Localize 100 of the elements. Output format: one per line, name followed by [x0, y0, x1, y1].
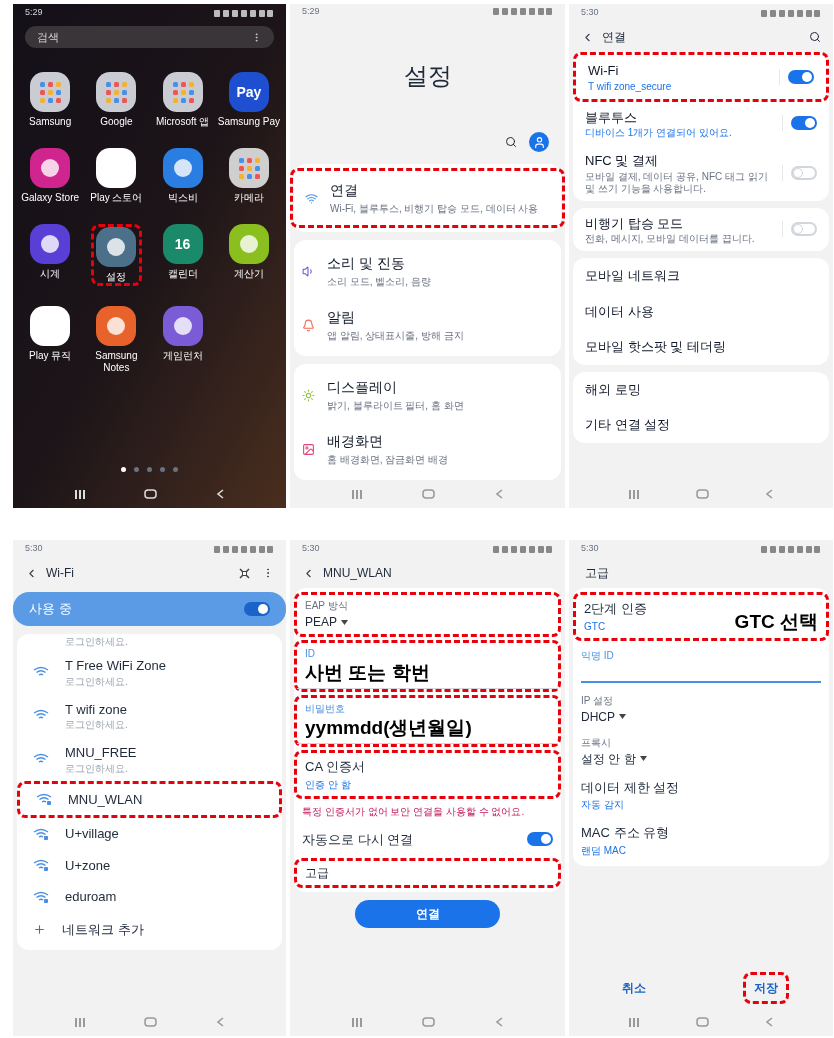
dialog-button[interactable]: 취소	[613, 975, 654, 1001]
status-icons	[214, 545, 274, 553]
app-icon[interactable]	[30, 224, 71, 264]
annotation-text: yymmdd(생년월일)	[305, 716, 473, 740]
folder-icon	[104, 80, 129, 104]
toggle-switch[interactable]	[788, 69, 814, 84]
settings-row[interactable]: 기타 연결 설정	[573, 407, 829, 443]
network-name: eduroam	[65, 888, 117, 906]
bell-icon	[302, 318, 315, 332]
screen-title: 설정	[403, 60, 452, 91]
connect-button[interactable]: 연결	[355, 900, 500, 928]
field-label: ID	[305, 647, 316, 661]
app-icon[interactable]	[96, 306, 137, 346]
app-label: 설정	[105, 271, 128, 283]
settings-item[interactable]: 디스플레이 밝기, 블루라이트 필터, 홈 화면	[290, 368, 565, 422]
app-icon[interactable]	[30, 306, 71, 346]
dropdown-field[interactable]: 설정 안 함	[581, 749, 647, 768]
network-status: 로그인하세요.	[65, 636, 128, 648]
settings-item[interactable]: 소리 및 진동 소리 모드, 벨소리, 음량	[290, 244, 565, 298]
app-label: 계산기	[232, 268, 265, 280]
field-value: 자동 감지	[581, 798, 625, 812]
settings-item[interactable]: 배경화면 홈 배경화면, 잠금화면 배경	[290, 422, 565, 476]
caret-icon	[341, 619, 348, 625]
advanced-link[interactable]: 고급	[297, 861, 558, 885]
account-icon[interactable]	[529, 132, 549, 152]
settings-row[interactable]: 비행기 탑승 모드 전화, 메시지, 모바일 데이터를 끕니다.	[573, 207, 829, 251]
scan-icon[interactable]	[239, 567, 250, 579]
network-row[interactable]: T wifi zone 로그인하세요.	[17, 693, 282, 737]
network-row[interactable]: MNU_WLAN	[20, 783, 279, 815]
field-label: 2단계 인증	[584, 600, 647, 618]
status-icons	[493, 545, 553, 553]
folder-icon	[236, 156, 261, 180]
app-icon[interactable]	[96, 72, 137, 112]
settings-row[interactable]: 블루투스 디바이스 1개가 연결되어 있어요.	[573, 101, 829, 145]
settings-item[interactable]: 연결 Wi-Fi, 블루투스, 비행기 탑승 모드, 데이터 사용	[293, 171, 562, 225]
app-icon[interactable]	[162, 72, 203, 112]
app-label: 빅스비	[166, 192, 199, 204]
app-icon[interactable]	[96, 227, 137, 267]
toggle-switch[interactable]	[791, 116, 817, 131]
status-time: 5:30	[302, 542, 320, 556]
sun-icon	[302, 388, 315, 402]
search-field[interactable]: 검색	[25, 26, 274, 48]
status-icons	[214, 9, 274, 17]
settings-row[interactable]: 해외 로밍	[573, 371, 829, 407]
item-subtitle: 소리 모드, 벨소리, 음량	[327, 275, 431, 289]
network-name: U+zone	[65, 856, 111, 875]
speaker-icon	[302, 264, 315, 278]
app-icon[interactable]	[228, 148, 269, 188]
settings-row[interactable]: Wi-Fi T wifi zone_secure	[576, 55, 826, 99]
row-title: 블루투스	[585, 108, 638, 127]
network-name: T Free WiFi Zone	[65, 657, 166, 675]
field-value: 랜덤 MAC	[581, 843, 627, 858]
app-icon[interactable]	[162, 148, 203, 188]
network-row[interactable]: MNU_FREE 로그인하세요.	[17, 737, 282, 781]
annotation-text: GTC 선택	[734, 609, 818, 634]
app-label: 게임런처	[161, 350, 204, 362]
network-name: T wifi zone	[65, 700, 128, 719]
network-status: 로그인하세요.	[65, 762, 129, 775]
screen-title: 고급	[585, 565, 609, 582]
plus-icon	[33, 922, 46, 936]
app-icon[interactable]	[30, 72, 71, 112]
settings-row[interactable]: 모바일 핫스팟 및 테더링	[573, 329, 829, 365]
app-icon[interactable]: 16	[162, 224, 203, 264]
app-label: Galaxy Store	[20, 192, 81, 204]
app-label: 시계	[39, 268, 62, 280]
app-icon[interactable]	[96, 148, 137, 188]
search-icon[interactable]	[809, 31, 821, 43]
toggle-switch[interactable]	[527, 832, 553, 847]
field-label: 비밀번호	[305, 702, 346, 716]
app-label: Samsung Notes	[94, 350, 139, 374]
network-row[interactable]: U+village	[17, 818, 282, 850]
item-title: 알림	[327, 308, 356, 327]
dialog-button[interactable]: 저장	[745, 975, 786, 1001]
dropdown-field[interactable]: PEAP	[305, 613, 348, 631]
settings-item[interactable]: 알림 앱 알림, 상태표시줄, 방해 금지	[290, 298, 565, 352]
settings-row[interactable]: 모바일 네트워크	[573, 258, 829, 294]
status-time: 5:30	[581, 6, 599, 20]
network-name: U+village	[65, 825, 119, 843]
settings-row[interactable]: NFC 및 결제 모바일 결제, 데이터 공유, NFC 태그 읽기 및 쓰기 기능을 사용합니다.	[573, 145, 829, 201]
add-network-row[interactable]: 네트워크 추가	[17, 912, 282, 946]
status-icons	[761, 9, 821, 17]
app-icon[interactable]	[162, 306, 203, 346]
settings-row[interactable]: 데이터 사용	[573, 293, 829, 329]
network-row[interactable]: U+zone	[17, 849, 282, 881]
network-row[interactable]: eduroam	[17, 881, 282, 913]
app-icon[interactable]: Pay	[228, 72, 269, 112]
search-icon[interactable]	[505, 136, 517, 148]
recent-apps-icon[interactable]	[74, 489, 85, 499]
network-row[interactable]: T Free WiFi Zone 로그인하세요.	[17, 650, 282, 694]
row-title: 기타 연결 설정	[585, 416, 672, 434]
field-label: 익명 ID	[581, 648, 615, 663]
picture-icon	[302, 442, 315, 456]
field-value: 인증 안 함	[305, 777, 352, 792]
app-icon[interactable]	[228, 224, 269, 264]
app-icon[interactable]	[30, 148, 71, 188]
toggle-switch[interactable]	[244, 602, 270, 616]
dropdown-field[interactable]: DHCP	[581, 707, 626, 726]
app-label: Samsung Pay	[216, 116, 281, 128]
field-label: MAC 주소 유형	[581, 824, 670, 842]
app-label: Play 뮤직	[28, 350, 73, 362]
